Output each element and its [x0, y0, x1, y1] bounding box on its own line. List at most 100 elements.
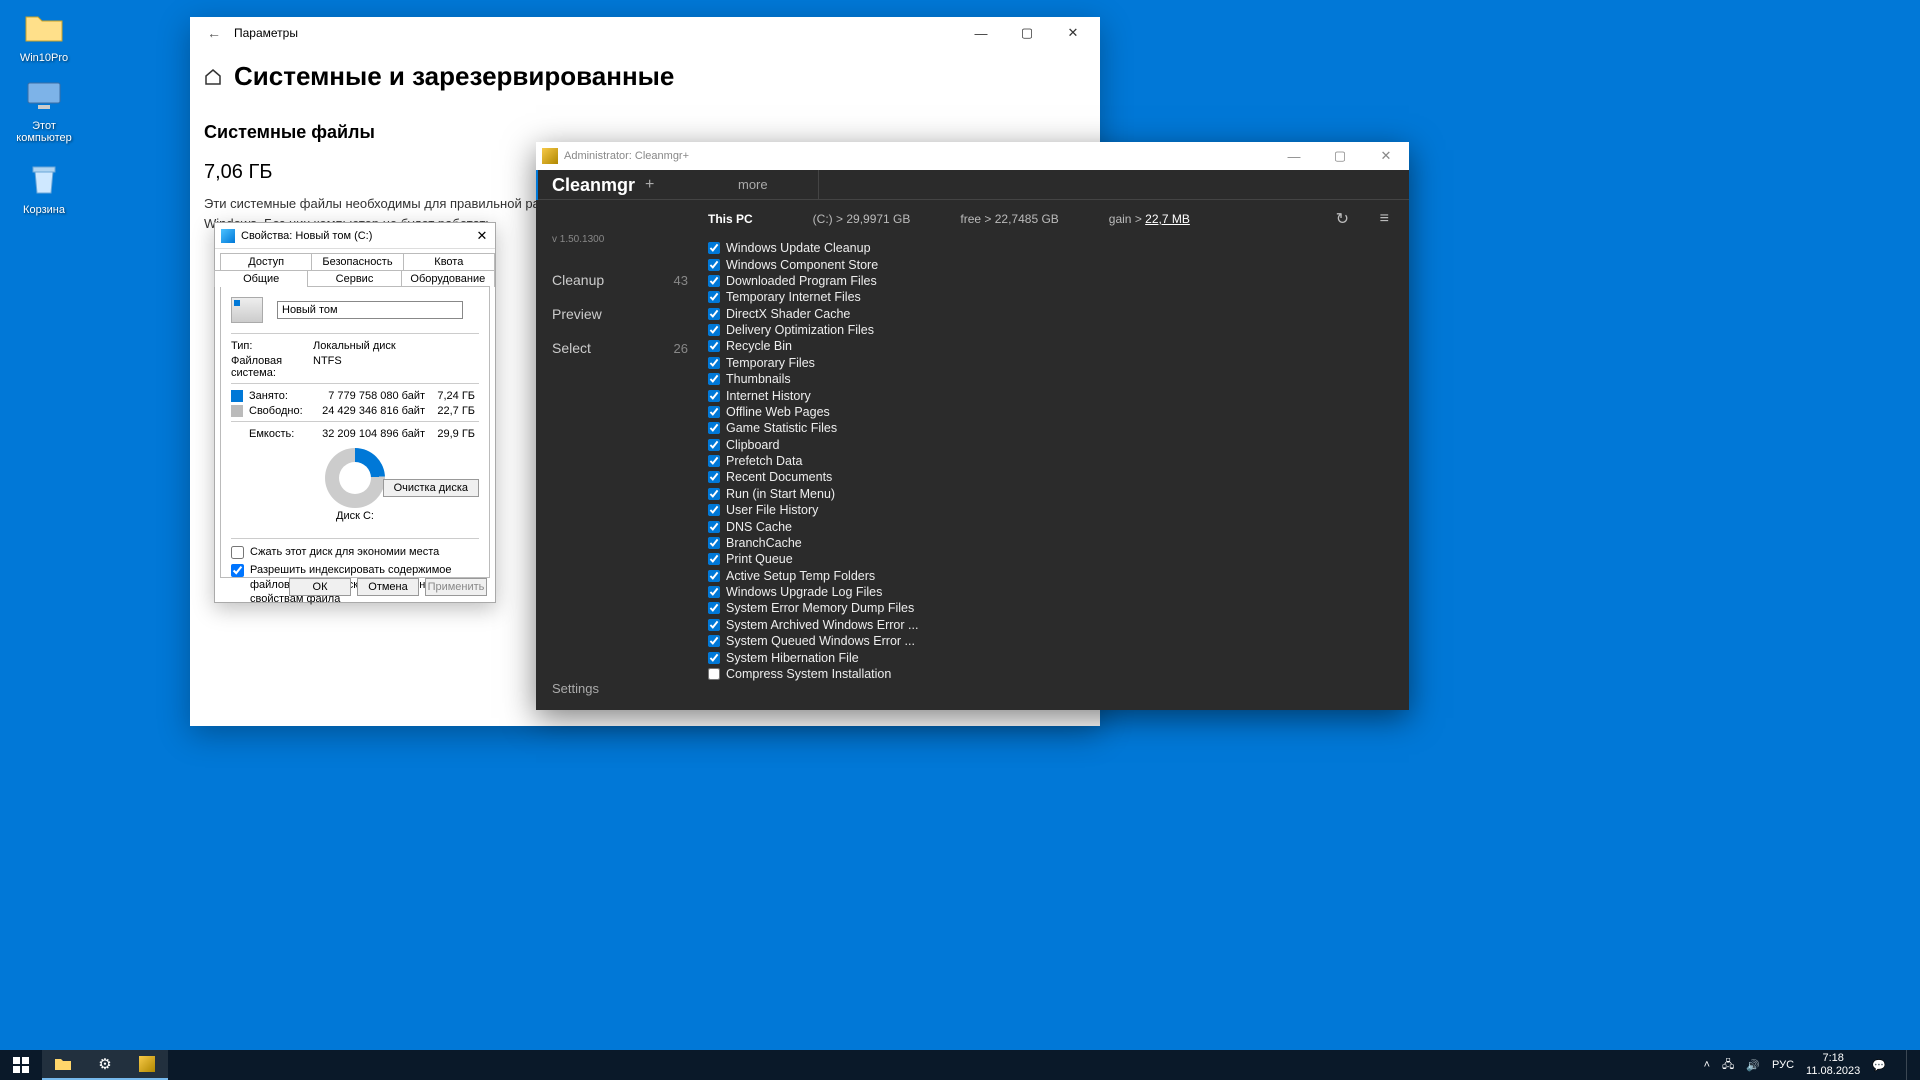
cleanup-item[interactable]: System Error Memory Dump Files: [708, 600, 1405, 616]
cleanup-item-checkbox[interactable]: [708, 570, 720, 582]
cleanup-item[interactable]: Downloaded Program Files: [708, 273, 1405, 289]
cleanup-item-checkbox[interactable]: [708, 275, 720, 287]
sidebar-select[interactable]: Select26: [552, 331, 688, 365]
refresh-icon[interactable]: ↻: [1336, 209, 1349, 229]
close-button[interactable]: ✕: [469, 228, 495, 244]
cleanup-item-checkbox[interactable]: [708, 242, 720, 254]
maximize-button[interactable]: ▢: [1317, 142, 1363, 170]
start-button[interactable]: [0, 1050, 42, 1080]
cleanup-item[interactable]: Temporary Internet Files: [708, 289, 1405, 305]
lang-indicator[interactable]: РУС: [1772, 1059, 1794, 1071]
clock[interactable]: 7:18 11.08.2023: [1806, 1052, 1860, 1078]
cleanup-item[interactable]: Internet History: [708, 387, 1405, 403]
cleanup-item[interactable]: Offline Web Pages: [708, 404, 1405, 420]
compress-checkbox[interactable]: Сжать этот диск для экономии места: [231, 545, 479, 559]
cleanup-item[interactable]: Prefetch Data: [708, 453, 1405, 469]
cleanup-item-checkbox[interactable]: [708, 537, 720, 549]
home-icon[interactable]: [204, 68, 222, 86]
desktop-icon-thispc[interactable]: Этот компьютер: [4, 76, 84, 144]
minimize-button[interactable]: —: [1271, 142, 1317, 170]
cleanup-item-checkbox[interactable]: [708, 619, 720, 631]
cleanup-item[interactable]: DirectX Shader Cache: [708, 306, 1405, 322]
cleanup-item[interactable]: Thumbnails: [708, 371, 1405, 387]
sidebar-settings[interactable]: Settings: [552, 671, 688, 710]
cleanup-item[interactable]: Delivery Optimization Files: [708, 322, 1405, 338]
cleanup-item-checkbox[interactable]: [708, 406, 720, 418]
cleanup-item[interactable]: Recent Documents: [708, 469, 1405, 485]
cleanup-item-checkbox[interactable]: [708, 324, 720, 336]
tab-Безопасность[interactable]: Безопасность: [311, 253, 403, 270]
notifications-icon[interactable]: 💬: [1872, 1059, 1886, 1072]
cleanup-item[interactable]: DNS Cache: [708, 518, 1405, 534]
menu-icon[interactable]: ≡: [1380, 210, 1389, 228]
cleanup-item-checkbox[interactable]: [708, 504, 720, 516]
cleanup-item[interactable]: Compress System Installation: [708, 666, 1405, 682]
tray-chevron-icon[interactable]: ˄: [1704, 1059, 1710, 1071]
close-button[interactable]: ✕: [1050, 17, 1096, 49]
volume-name-input[interactable]: [277, 301, 463, 319]
tab-Доступ[interactable]: Доступ: [220, 253, 312, 270]
tab-Сервис[interactable]: Сервис: [307, 270, 401, 287]
cleanup-item[interactable]: Game Statistic Files: [708, 420, 1405, 436]
cleanup-item-checkbox[interactable]: [708, 373, 720, 385]
desktop-icon-win10pro[interactable]: Win10Pro: [4, 8, 84, 64]
cleanup-item-checkbox[interactable]: [708, 390, 720, 402]
cleanup-item-checkbox[interactable]: [708, 291, 720, 303]
disk-cleanup-button[interactable]: Очистка диска: [383, 479, 479, 497]
cleanmgr-title: Administrator: Cleanmgr+: [564, 150, 1271, 162]
cleanup-item-checkbox[interactable]: [708, 668, 720, 680]
cleanup-item[interactable]: Run (in Start Menu): [708, 486, 1405, 502]
cleanup-item-checkbox[interactable]: [708, 455, 720, 467]
cleanup-item[interactable]: System Archived Windows Error ...: [708, 617, 1405, 633]
cleanup-item-checkbox[interactable]: [708, 308, 720, 320]
show-desktop-button[interactable]: [1906, 1050, 1912, 1080]
taskbar-explorer[interactable]: [42, 1050, 84, 1080]
cleanup-item-checkbox[interactable]: [708, 357, 720, 369]
plus-icon[interactable]: +: [645, 176, 654, 194]
cleanup-item-checkbox[interactable]: [708, 471, 720, 483]
close-button[interactable]: ✕: [1363, 142, 1409, 170]
maximize-button[interactable]: ▢: [1004, 17, 1050, 49]
cleanup-item[interactable]: BranchCache: [708, 535, 1405, 551]
tab-Квота[interactable]: Квота: [403, 253, 495, 270]
sidebar-cleanup[interactable]: Cleanup43: [552, 263, 688, 297]
volume-icon[interactable]: 🔊: [1746, 1059, 1760, 1072]
cleanup-item[interactable]: Print Queue: [708, 551, 1405, 567]
sidebar-preview[interactable]: Preview: [552, 297, 688, 331]
tab-Общие[interactable]: Общие: [214, 270, 308, 287]
minimize-button[interactable]: —: [958, 17, 1004, 49]
network-icon[interactable]: 🖧: [1722, 1056, 1734, 1075]
cleanup-item-checkbox[interactable]: [708, 602, 720, 614]
cleanup-item-checkbox[interactable]: [708, 521, 720, 533]
cleanup-item[interactable]: Recycle Bin: [708, 338, 1405, 354]
taskbar-cleanmgr[interactable]: [126, 1050, 168, 1080]
cleanup-item-checkbox[interactable]: [708, 586, 720, 598]
cleanup-item-checkbox[interactable]: [708, 439, 720, 451]
cleanup-item[interactable]: System Hibernation File: [708, 649, 1405, 665]
cleanup-item-checkbox[interactable]: [708, 422, 720, 434]
cancel-button[interactable]: Отмена: [357, 578, 419, 596]
cleanup-item[interactable]: User File History: [708, 502, 1405, 518]
cleanup-item[interactable]: Windows Component Store: [708, 256, 1405, 272]
desktop-icon-recyclebin[interactable]: Корзина: [4, 160, 84, 216]
cleanup-item-checkbox[interactable]: [708, 635, 720, 647]
cleanup-item[interactable]: Windows Upgrade Log Files: [708, 584, 1405, 600]
ok-button[interactable]: ОК: [289, 578, 351, 596]
cleanup-item[interactable]: Clipboard: [708, 437, 1405, 453]
more-menu[interactable]: more: [706, 177, 768, 192]
cleanup-item-checkbox[interactable]: [708, 340, 720, 352]
gain-value[interactable]: 22,7 MB: [1145, 212, 1190, 226]
cleanup-item-checkbox[interactable]: [708, 488, 720, 500]
cleanup-item[interactable]: Windows Update Cleanup: [708, 240, 1405, 256]
taskbar-settings[interactable]: ⚙: [84, 1050, 126, 1080]
cleanup-item-checkbox[interactable]: [708, 553, 720, 565]
tab-Оборудование[interactable]: Оборудование: [401, 270, 495, 287]
cleanup-item-checkbox[interactable]: [708, 652, 720, 664]
cleanup-item-label: User File History: [726, 503, 818, 517]
back-button[interactable]: ←: [194, 25, 234, 41]
cleanup-item[interactable]: System Queued Windows Error ...: [708, 633, 1405, 649]
fs-label: Файловая система:: [231, 355, 313, 379]
cleanup-item[interactable]: Temporary Files: [708, 355, 1405, 371]
cleanup-item-checkbox[interactable]: [708, 259, 720, 271]
cleanup-item[interactable]: Active Setup Temp Folders: [708, 568, 1405, 584]
